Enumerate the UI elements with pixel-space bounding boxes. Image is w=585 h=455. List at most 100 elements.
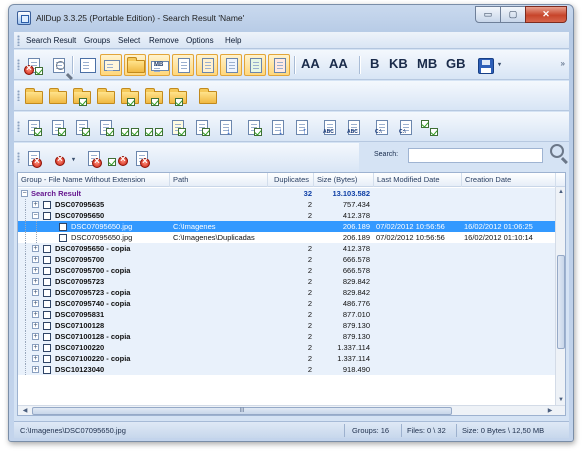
- file-checkbox[interactable]: [59, 233, 67, 242]
- view-option-6-button[interactable]: [244, 54, 266, 76]
- view-option-5-button[interactable]: [220, 54, 242, 76]
- group-row[interactable]: + DSC07095700 - copia 2 666.578: [18, 265, 556, 276]
- group-row[interactable]: + DSC07100128 2 879.130: [18, 320, 556, 331]
- toolbar-overflow-icon[interactable]: »: [561, 59, 565, 68]
- group-checkbox[interactable]: [43, 211, 51, 220]
- col-header-duplicates[interactable]: Duplicates: [268, 173, 314, 187]
- group-row[interactable]: + DSC07095650 - copia 2 412.378: [18, 243, 556, 254]
- col-header-created[interactable]: Creation Date: [462, 173, 556, 187]
- toolbar-grip-icon[interactable]: [17, 152, 20, 163]
- unit-gb-button[interactable]: GB: [446, 56, 466, 71]
- view-option-7-button[interactable]: [268, 54, 290, 76]
- col-header-modified[interactable]: Last Modified Date: [374, 173, 462, 187]
- expand-icon[interactable]: +: [32, 289, 39, 296]
- remove-button-4[interactable]: [106, 147, 128, 169]
- group-checkbox[interactable]: [43, 255, 51, 264]
- menu-search-result[interactable]: Search Result: [26, 36, 76, 45]
- menu-groups[interactable]: Groups: [84, 36, 110, 45]
- group-row[interactable]: + DSC07100220 - copia 2 1.337.114: [18, 353, 556, 364]
- unit-mb-button[interactable]: MB: [417, 56, 437, 71]
- select-button-3[interactable]: [70, 116, 92, 138]
- file-row[interactable]: DSC07095650.jpg C:\Imagenes\Duplicadas 206…: [18, 232, 556, 243]
- scroll-right-icon[interactable]: ▶: [545, 406, 555, 415]
- tree-view-button[interactable]: [76, 54, 98, 76]
- select-button-12[interactable]: ↑: [290, 116, 312, 138]
- expand-icon[interactable]: +: [32, 333, 39, 340]
- vertical-scroll-thumb[interactable]: [557, 255, 565, 349]
- group-row[interactable]: + DSC07095635 2 757.434: [18, 199, 556, 210]
- group-row[interactable]: + DSC07095723 - copia 2 829.842: [18, 287, 556, 298]
- search-icon[interactable]: [550, 144, 564, 158]
- title-bar[interactable]: AllDup 3.3.25 (Portable Edition) - Searc…: [9, 5, 573, 31]
- group-checkbox[interactable]: [43, 332, 51, 341]
- toolbar-grip-icon[interactable]: [17, 90, 20, 101]
- select-button-2[interactable]: [46, 116, 68, 138]
- group-row[interactable]: + DSC07095740 - copia 2 486.776: [18, 298, 556, 309]
- group-row[interactable]: + DSC07095723 2 829.842: [18, 276, 556, 287]
- group-checkbox[interactable]: [43, 288, 51, 297]
- remove-button-1[interactable]: [22, 147, 44, 169]
- scroll-down-icon[interactable]: ▼: [556, 395, 565, 405]
- folder-button-2[interactable]: [46, 85, 68, 107]
- expand-icon[interactable]: +: [32, 344, 39, 351]
- file-row[interactable]: DSC07095650.jpg C:\Imagenes 206.189 07/02/2…: [18, 221, 556, 232]
- group-checkbox[interactable]: [43, 354, 51, 363]
- view-option-2-button[interactable]: [124, 54, 146, 76]
- group-checkbox[interactable]: [43, 266, 51, 275]
- font-decrease-button[interactable]: AA: [329, 56, 348, 71]
- expand-icon[interactable]: +: [32, 267, 39, 274]
- group-row[interactable]: + DSC07095700 2 666.578: [18, 254, 556, 265]
- save-button[interactable]: [474, 54, 496, 76]
- group-checkbox[interactable]: [43, 310, 51, 319]
- group-checkbox[interactable]: [43, 365, 51, 374]
- group-row[interactable]: + DSC10123040 2 918.490: [18, 364, 556, 375]
- vertical-scrollbar[interactable]: ▲ ▼: [555, 187, 565, 405]
- scroll-up-icon[interactable]: ▲: [556, 187, 565, 197]
- select-by-drive-button[interactable]: C:\: [370, 116, 392, 138]
- unit-kb-button[interactable]: KB: [389, 56, 408, 71]
- select-by-name-button[interactable]: ABC: [318, 116, 340, 138]
- menu-help[interactable]: Help: [225, 36, 241, 45]
- expand-icon[interactable]: +: [32, 201, 39, 208]
- menu-options[interactable]: Options: [186, 36, 214, 45]
- horizontal-scrollbar[interactable]: ◀ III ▶: [18, 405, 565, 415]
- expand-icon[interactable]: +: [32, 300, 39, 307]
- folder-button-5[interactable]: [118, 85, 140, 107]
- group-checkbox[interactable]: [43, 200, 51, 209]
- group-checkbox[interactable]: [43, 321, 51, 330]
- col-header-size[interactable]: Size (Bytes): [314, 173, 374, 187]
- select-button-5[interactable]: [118, 116, 140, 138]
- select-button-1[interactable]: [22, 116, 44, 138]
- size-unit-mb-button[interactable]: MB: [148, 54, 170, 76]
- select-by-drive-2-button[interactable]: C:\: [394, 116, 416, 138]
- file-checkbox[interactable]: [59, 222, 67, 231]
- group-row[interactable]: − DSC07095650 2 412.378: [18, 210, 556, 221]
- expand-icon[interactable]: +: [32, 355, 39, 362]
- folder-button-8[interactable]: [196, 85, 218, 107]
- toolbar-grip-icon[interactable]: [17, 121, 20, 132]
- close-button[interactable]: ✕: [525, 6, 567, 23]
- minimize-button[interactable]: ▭: [475, 6, 501, 23]
- remove-button-5[interactable]: [130, 147, 152, 169]
- font-increase-button[interactable]: AA: [301, 56, 320, 71]
- view-option-3-button[interactable]: [172, 54, 194, 76]
- remove-checked-button[interactable]: [22, 54, 44, 76]
- group-checkbox[interactable]: [43, 277, 51, 286]
- remove-dropdown-icon[interactable]: ▾: [72, 156, 75, 163]
- scroll-left-icon[interactable]: ◀: [20, 406, 30, 415]
- expand-icon[interactable]: +: [32, 278, 39, 285]
- folder-button-3[interactable]: [70, 85, 92, 107]
- menu-select[interactable]: Select: [118, 36, 140, 45]
- menu-grip-icon[interactable]: [17, 35, 20, 46]
- select-button-11[interactable]: ↓: [266, 116, 288, 138]
- col-header-name[interactable]: Group - File Name Without Extension: [18, 173, 170, 187]
- remove-button-3[interactable]: [82, 147, 104, 169]
- root-row[interactable]: − Search Result 32 13.103.582: [18, 188, 556, 199]
- select-newest-button[interactable]: [166, 116, 188, 138]
- collapse-icon[interactable]: −: [32, 212, 39, 219]
- group-row[interactable]: + DSC07100220 2 1.337.114: [18, 342, 556, 353]
- expand-icon[interactable]: +: [32, 366, 39, 373]
- folder-button-7[interactable]: [166, 85, 188, 107]
- view-option-4-button[interactable]: [196, 54, 218, 76]
- unit-bytes-button[interactable]: B: [370, 56, 379, 71]
